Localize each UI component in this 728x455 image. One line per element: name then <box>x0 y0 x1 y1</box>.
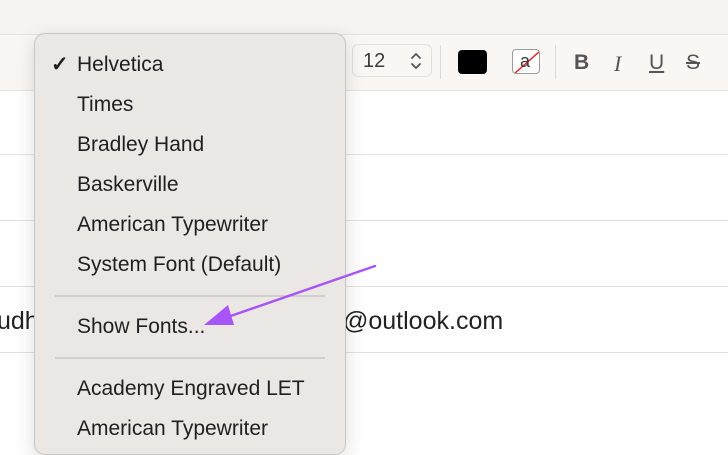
font-size-value: 12 <box>363 50 386 72</box>
bold-button[interactable]: B <box>574 51 589 75</box>
font-dropdown-menu: ✓ Helvetica Times Bradley Hand Baskervil… <box>34 33 346 455</box>
menu-item-baskerville[interactable]: Baskerville <box>35 165 345 205</box>
menu-item-label: Baskerville <box>77 173 179 196</box>
italic-button[interactable]: I <box>614 51 621 77</box>
menu-item-helvetica[interactable]: ✓ Helvetica <box>35 45 345 85</box>
menu-separator <box>55 357 325 359</box>
email-domain-text: @outlook.com <box>343 307 504 335</box>
menu-item-label: Helvetica <box>77 53 164 76</box>
text-color-swatch[interactable] <box>458 50 487 74</box>
underline-button[interactable]: U <box>649 51 664 75</box>
background-color-letter: a <box>520 51 531 71</box>
menu-item-label: American Typewriter <box>77 213 269 236</box>
strikethrough-button[interactable]: S <box>686 51 700 75</box>
menu-separator <box>55 295 325 297</box>
menu-item-label: Bradley Hand <box>77 133 205 156</box>
row-text-fragment: udh <box>0 307 39 335</box>
checkmark-icon: ✓ <box>51 53 69 76</box>
background-color-button[interactable]: a <box>512 49 540 74</box>
menu-item-bradley-hand[interactable]: Bradley Hand <box>35 125 345 165</box>
toolbar-divider <box>555 45 556 79</box>
menu-item-label: Times <box>77 93 134 116</box>
menu-item-label: Academy Engraved LET <box>77 377 305 400</box>
window-top-strip <box>0 0 728 35</box>
menu-item-system-font[interactable]: System Font (Default) <box>35 245 345 285</box>
menu-item-label: System Font (Default) <box>77 253 282 276</box>
menu-item-academy-engraved[interactable]: Academy Engraved LET <box>35 369 345 409</box>
menu-item-times[interactable]: Times <box>35 85 345 125</box>
toolbar-divider <box>440 45 441 79</box>
menu-item-american-typewriter[interactable]: American Typewriter <box>35 205 345 245</box>
menu-item-label: Show Fonts... <box>77 315 206 338</box>
menu-item-american-typewriter-2[interactable]: American Typewriter <box>35 409 345 449</box>
menu-item-label: American Typewriter <box>77 417 269 440</box>
stepper-arrows-icon[interactable] <box>410 50 422 72</box>
menu-item-show-fonts[interactable]: Show Fonts... <box>35 307 345 347</box>
font-size-stepper[interactable]: 12 <box>352 44 432 77</box>
